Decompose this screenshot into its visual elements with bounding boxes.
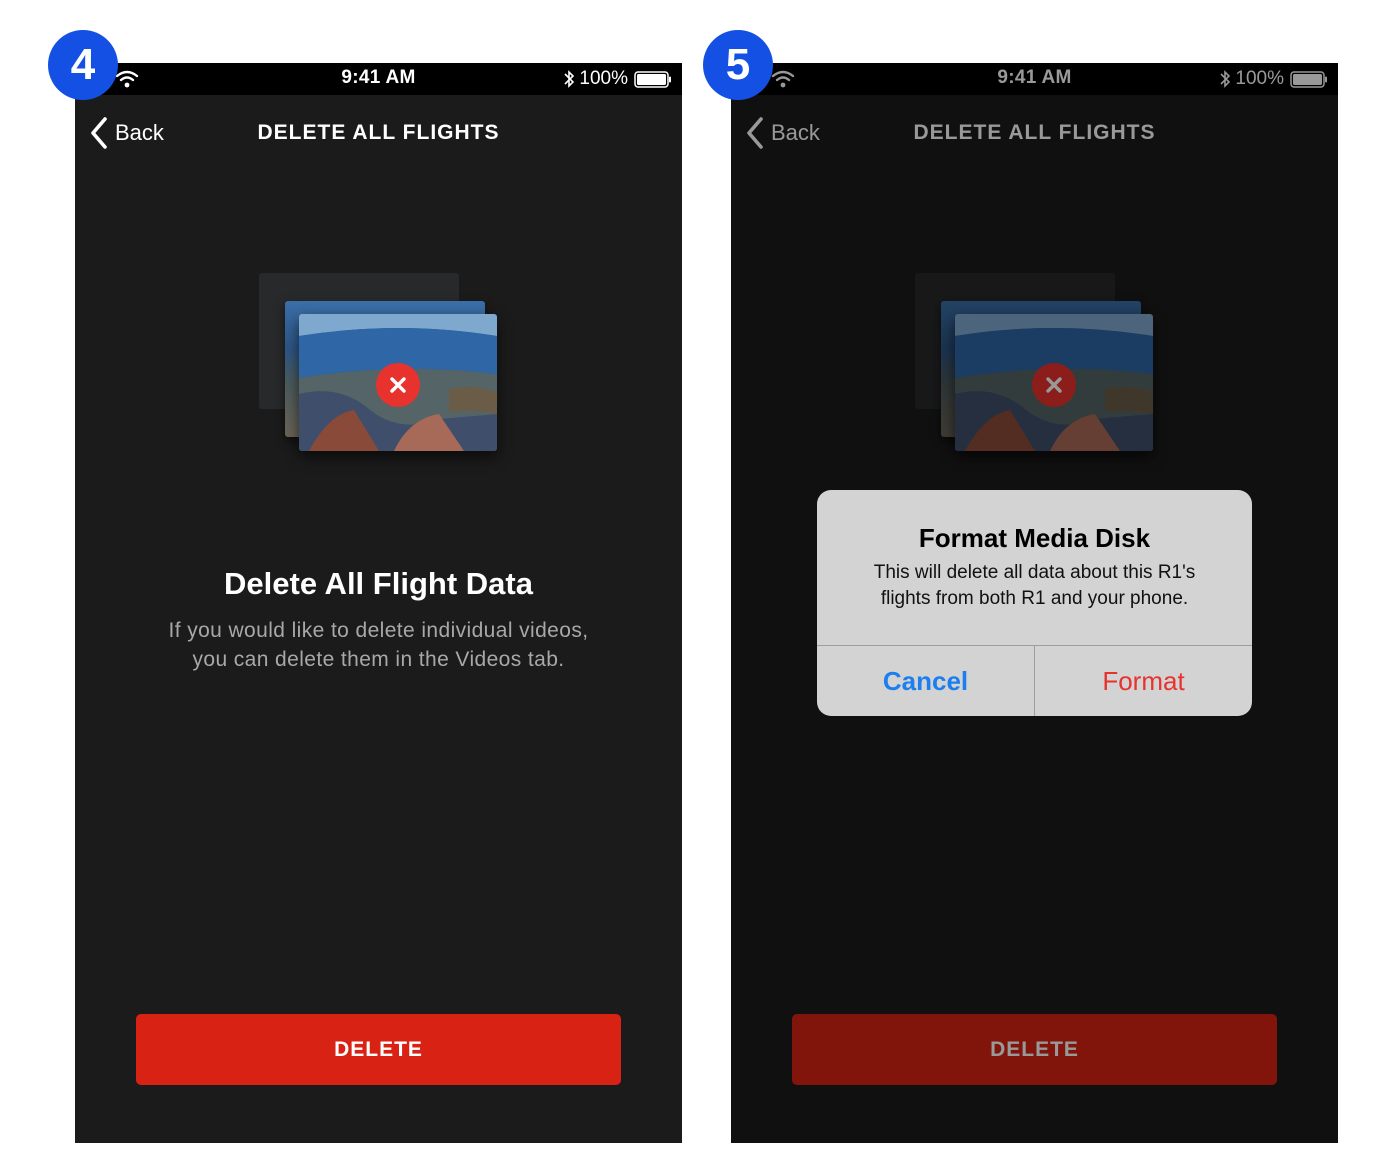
screen-headline: Delete All Flight Data xyxy=(224,566,533,601)
phone-screen-step-5: 9:41 AM 100% Back DELETE ALL FLIGHTS DEL… xyxy=(731,63,1338,1143)
screen-description: If you would like to delete individual v… xyxy=(125,616,632,674)
alert-message-line: flights from both R1 and your phone. xyxy=(880,588,1189,609)
bluetooth-icon xyxy=(564,70,575,88)
step-number-badge: 4 xyxy=(48,30,118,100)
step-number-badge: 5 xyxy=(703,30,773,100)
navigation-bar: Back DELETE ALL FLIGHTS xyxy=(75,95,682,171)
delete-button[interactable]: DELETE xyxy=(136,1014,621,1085)
format-media-alert: Format Media Disk This will delete all d… xyxy=(817,490,1252,716)
description-line: If you would like to delete individual v… xyxy=(168,619,589,642)
format-button[interactable]: Format xyxy=(1035,646,1252,716)
cancel-button[interactable]: Cancel xyxy=(817,646,1034,716)
status-bar: 9:41 AM 100% xyxy=(75,63,682,95)
phone-screen-step-4: 9:41 AM 100% Back DELETE ALL FLIGHTS Del… xyxy=(75,63,682,1143)
delete-x-icon xyxy=(376,363,420,407)
description-line: you can delete them in the Videos tab. xyxy=(192,648,565,671)
alert-title: Format Media Disk xyxy=(918,523,1151,553)
alert-message: This will delete all data about this R1'… xyxy=(837,560,1232,612)
alert-message-line: This will delete all data about this R1'… xyxy=(873,562,1196,583)
battery-icon xyxy=(634,70,671,88)
page-title: DELETE ALL FLIGHTS xyxy=(257,121,500,144)
flight-media-illustration xyxy=(255,271,505,461)
battery-percent: 100% xyxy=(579,68,628,89)
